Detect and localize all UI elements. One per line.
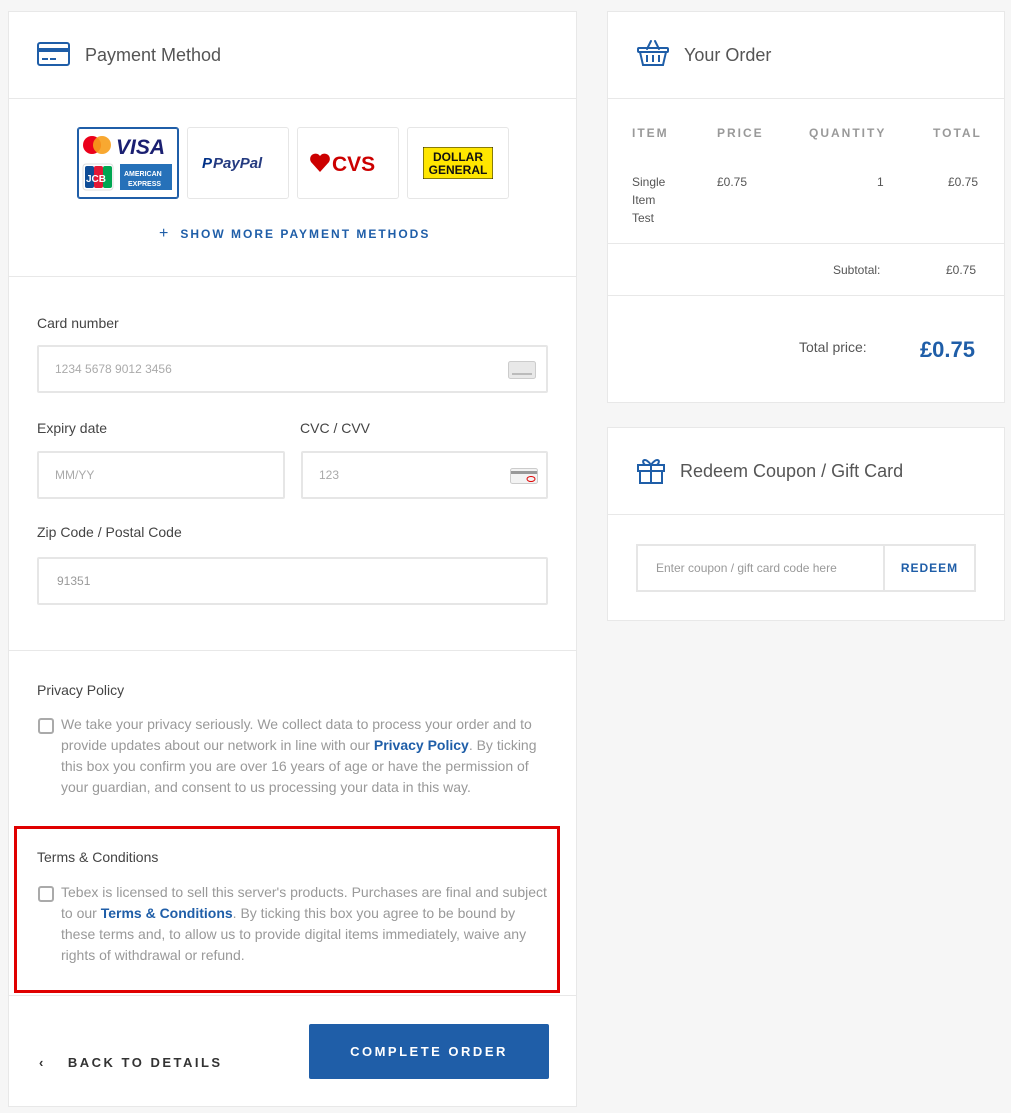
cvc-input[interactable]: 123 [301, 451, 548, 499]
paypal-payment-option[interactable]: P PayPal [187, 127, 289, 199]
payment-method-title: Payment Method [85, 45, 222, 65]
item-name: Single Item Test [632, 175, 666, 225]
zip-code-label: Zip Code / Postal Code [37, 524, 182, 540]
card-number-input[interactable]: 1234 5678 9012 3456 [37, 345, 548, 393]
coupon-code-input[interactable]: Enter coupon / gift card code here [636, 544, 885, 592]
cvs-payment-option[interactable]: CVS [297, 127, 399, 199]
redeem-coupon-title: Redeem Coupon / Gift Card [680, 461, 904, 481]
cvc-label: CVC / CVV [300, 420, 371, 436]
privacy-checkbox[interactable] [38, 718, 54, 734]
your-order-title: Your Order [684, 45, 772, 65]
card-number-label: Card number [37, 315, 119, 331]
item-total: £0.75 [948, 175, 979, 189]
cvc-card-icon [510, 468, 538, 489]
visa-logo: VISA [116, 136, 165, 159]
total-price-value: £0.75 [919, 337, 975, 362]
order-panel: Your Order ITEM PRICE QUANTITY TOTAL Sin… [607, 11, 1005, 403]
svg-text:GENERAL: GENERAL [429, 163, 488, 177]
column-header-item: ITEM [632, 126, 669, 140]
divider [608, 243, 1004, 244]
jcb-logo: JCB [86, 174, 106, 185]
divider [9, 276, 576, 277]
column-header-quantity: QUANTITY [809, 126, 887, 140]
item-price: £0.75 [717, 175, 748, 189]
basket-icon [636, 38, 670, 73]
subtotal-value: £0.75 [946, 263, 977, 277]
total-price-label: Total price: [799, 339, 867, 355]
redeem-button[interactable]: REDEEM [883, 544, 976, 592]
gift-icon [636, 456, 666, 489]
expiry-date-label: Expiry date [37, 420, 108, 436]
privacy-text: We take your privacy seriously. We colle… [61, 716, 537, 795]
svg-text:EXPRESS: EXPRESS [128, 181, 161, 188]
credit-card-icon [37, 42, 70, 71]
divider [608, 295, 1004, 296]
privacy-policy-link[interactable]: Privacy Policy [374, 737, 469, 753]
column-header-price: PRICE [717, 126, 764, 140]
back-to-details-button[interactable]: ‹ BACK TO DETAILS [39, 1055, 223, 1070]
show-more-payment-methods[interactable]: + SHOW MORE PAYMENT METHODS [159, 225, 430, 243]
privacy-policy-title: Privacy Policy [37, 682, 125, 698]
order-header: Your Order [608, 12, 1004, 99]
dollar-general-payment-option[interactable]: DOLLAR GENERAL [407, 127, 509, 199]
dollar-general-logo: DOLLAR [433, 150, 483, 164]
svg-text:AMERICAN: AMERICAN [124, 171, 162, 178]
cvs-logo: CVS [332, 153, 375, 176]
plus-icon: + [159, 225, 169, 242]
paypal-logo: PayPal [213, 155, 263, 172]
zip-code-input[interactable]: 91351 [37, 557, 548, 605]
terms-highlight-box [14, 826, 560, 993]
coupon-header: Redeem Coupon / Gift Card [608, 428, 1004, 515]
column-header-total: TOTAL [933, 126, 982, 140]
card-payment-option[interactable]: VISA JCB AMERICAN EXPRESS [77, 127, 179, 199]
divider [9, 995, 576, 996]
complete-order-button[interactable]: COMPLETE ORDER [309, 1024, 549, 1079]
payment-header: Payment Method [9, 12, 576, 99]
divider [9, 650, 576, 651]
svg-text:P: P [202, 155, 213, 172]
item-quantity: 1 [877, 175, 884, 189]
expiry-date-input[interactable]: MM/YY [37, 451, 285, 499]
coupon-panel: Redeem Coupon / Gift Card Enter coupon /… [607, 427, 1005, 621]
subtotal-label: Subtotal: [833, 263, 881, 277]
card-icon [508, 361, 536, 384]
chevron-left-icon: ‹ [39, 1055, 46, 1070]
